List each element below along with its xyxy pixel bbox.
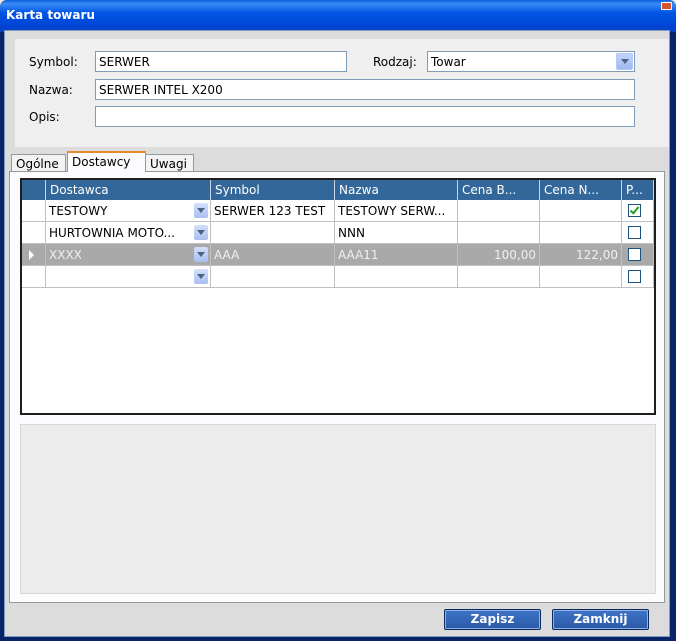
header-panel: Symbol: SERWER Rodzaj: Towar Nazwa: SERW… <box>15 39 669 147</box>
symbol-cell[interactable]: SERWER 123 TEST <box>211 200 335 222</box>
save-button[interactable]: Zapisz <box>444 609 541 630</box>
cena-b-cell[interactable] <box>458 222 540 244</box>
grid-row-header-corner <box>22 180 46 200</box>
symbol-cell[interactable] <box>211 266 335 288</box>
column-header-cena-n[interactable]: Cena N... <box>540 180 622 200</box>
tab-ogolne[interactable]: Ogólne <box>11 154 66 171</box>
window-title: Karta towaru <box>6 8 95 22</box>
cena-n-cell[interactable] <box>540 266 622 288</box>
close-icon[interactable] <box>661 2 672 10</box>
cena-b-cell[interactable] <box>458 266 540 288</box>
dostawca-value: HURTOWNIA MOTO... <box>49 226 175 240</box>
column-header-dostawca[interactable]: Dostawca <box>46 180 211 200</box>
tab-dostawcy[interactable]: Dostawcy <box>67 151 146 172</box>
dostawca-cell[interactable]: TESTOWY <box>46 200 211 222</box>
table-row-selected[interactable]: XXXX AAA AAA11 100,00 122,00 <box>22 244 654 266</box>
p-cell[interactable] <box>622 200 654 222</box>
cena-n-cell[interactable] <box>540 222 622 244</box>
dostawca-value: XXXX <box>49 248 82 262</box>
product-card-window: Karta towaru Symbol: SERWER Rodzaj: Towa… <box>0 0 676 641</box>
title-bar[interactable]: Karta towaru <box>0 0 676 32</box>
p-cell[interactable] <box>622 266 654 288</box>
nazwa-field[interactable]: SERWER INTEL X200 <box>95 79 635 100</box>
row-selector[interactable] <box>22 200 46 222</box>
symbol-cell[interactable]: AAA <box>211 244 335 266</box>
chevron-down-icon[interactable] <box>194 269 208 284</box>
column-header-symbol[interactable]: Symbol <box>211 180 335 200</box>
symbol-cell[interactable] <box>211 222 335 244</box>
chevron-down-icon[interactable] <box>194 203 208 218</box>
suppliers-tab-panel: Dostawca Symbol Nazwa Cena B... Cena N..… <box>9 171 665 603</box>
chevron-down-icon[interactable] <box>194 225 208 240</box>
nazwa-cell[interactable]: TESTOWY SERW... <box>335 200 458 222</box>
nazwa-label: Nazwa: <box>29 83 73 97</box>
cena-n-cell[interactable] <box>540 200 622 222</box>
row-selector[interactable] <box>22 222 46 244</box>
dostawca-cell[interactable] <box>46 266 211 288</box>
rodzaj-label: Rodzaj: <box>373 55 417 69</box>
nazwa-cell[interactable]: NNN <box>335 222 458 244</box>
nazwa-cell[interactable] <box>335 266 458 288</box>
rodzaj-value: Towar <box>431 55 466 69</box>
symbol-label: Symbol: <box>29 55 78 69</box>
table-row[interactable]: TESTOWY SERWER 123 TEST TESTOWY SERW... <box>22 200 654 222</box>
column-header-nazwa[interactable]: Nazwa <box>335 180 458 200</box>
close-button[interactable]: Zamknij <box>552 609 649 630</box>
chevron-down-icon[interactable] <box>616 53 633 70</box>
cena-b-cell[interactable]: 100,00 <box>458 244 540 266</box>
row-selector[interactable] <box>22 266 46 288</box>
dostawca-cell[interactable]: XXXX <box>46 244 211 266</box>
checkbox-unchecked[interactable] <box>628 270 641 283</box>
opis-label: Opis: <box>29 110 60 124</box>
table-row[interactable]: HURTOWNIA MOTO... NNN <box>22 222 654 244</box>
dostawca-cell[interactable]: HURTOWNIA MOTO... <box>46 222 211 244</box>
row-selector[interactable] <box>22 244 46 266</box>
dostawca-value: TESTOWY <box>49 204 108 218</box>
column-header-cena-b[interactable]: Cena B... <box>458 180 540 200</box>
opis-field[interactable] <box>95 106 635 127</box>
column-header-p[interactable]: P... <box>622 180 654 200</box>
nazwa-cell[interactable]: AAA11 <box>335 244 458 266</box>
table-row-new[interactable] <box>22 266 654 288</box>
details-panel <box>20 424 656 594</box>
p-cell[interactable] <box>622 244 654 266</box>
current-row-arrow-icon <box>29 250 34 260</box>
window-client-area: Symbol: SERWER Rodzaj: Towar Nazwa: SERW… <box>4 30 670 637</box>
p-cell[interactable] <box>622 222 654 244</box>
chevron-down-icon[interactable] <box>194 247 208 262</box>
symbol-field[interactable]: SERWER <box>95 51 347 72</box>
checkbox-unchecked[interactable] <box>628 248 641 261</box>
checkbox-checked[interactable] <box>628 204 641 217</box>
rodzaj-select[interactable]: Towar <box>427 51 635 72</box>
checkbox-unchecked[interactable] <box>628 226 641 239</box>
tab-uwagi[interactable]: Uwagi <box>145 154 194 171</box>
cena-n-cell[interactable]: 122,00 <box>540 244 622 266</box>
cena-b-cell[interactable] <box>458 200 540 222</box>
suppliers-grid[interactable]: Dostawca Symbol Nazwa Cena B... Cena N..… <box>20 178 656 415</box>
